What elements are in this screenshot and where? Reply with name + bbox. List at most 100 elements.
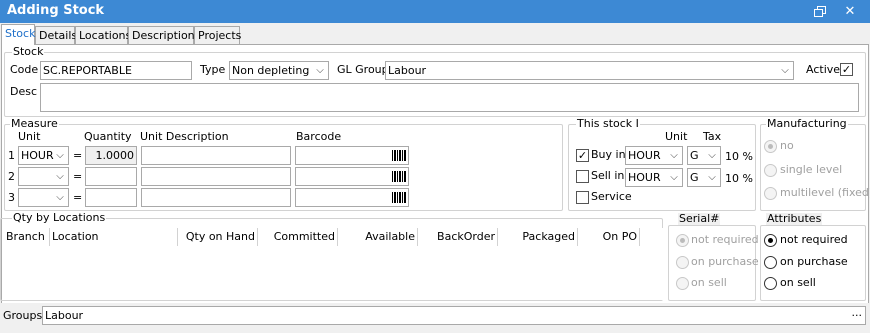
- row-number: 2: [8, 170, 15, 183]
- unit-description-field[interactable]: [141, 167, 291, 186]
- sell-in-checkbox[interactable]: [576, 170, 589, 183]
- column-header-available[interactable]: Available: [338, 228, 418, 246]
- manufacturing-multilevel-label: multilevel (fixed): [780, 186, 870, 199]
- tab-stock[interactable]: Stock: [1, 24, 35, 45]
- buy-tax-percent: 10 %: [725, 150, 753, 163]
- close-icon[interactable]: ✕: [839, 3, 861, 20]
- tab-details[interactable]: Details: [35, 26, 77, 45]
- manufacturing-single-level-label: single level: [780, 163, 843, 176]
- sell-tax-select[interactable]: G ⌵: [687, 168, 721, 187]
- unit-header: Unit: [18, 130, 41, 143]
- unit-description-field[interactable]: [141, 146, 291, 165]
- buy-in-label: Buy in: [591, 148, 626, 161]
- sell-tax-value: G: [690, 171, 699, 184]
- attributes-on-sell-label: on sell: [780, 276, 816, 289]
- serial-legend: Serial#: [678, 212, 721, 225]
- chevron-down-icon: ⌵: [708, 172, 716, 183]
- manufacturing-no-label: no: [780, 139, 794, 152]
- code-field[interactable]: SC.REPORTABLE: [40, 61, 192, 80]
- unit-description-field[interactable]: [141, 188, 291, 207]
- qty-by-locations-table[interactable]: Branch Location Qty on Hand Committed Av…: [2, 228, 666, 300]
- tab-strip: Stock Details Locations Descriptions Pro…: [0, 24, 870, 45]
- tab-descriptions[interactable]: Descriptions: [128, 26, 200, 45]
- type-select-value: Non depleting: [232, 64, 310, 77]
- unit-select[interactable]: ⌵: [18, 188, 69, 207]
- unit-select[interactable]: HOUR ⌵: [18, 146, 69, 165]
- barcode-header: Barcode: [296, 130, 342, 143]
- serial-on-purchase-label: on purchase: [691, 255, 759, 268]
- manufacturing-legend: Manufacturing: [766, 117, 848, 130]
- row-number: 3: [8, 191, 15, 204]
- desc-label: Desc: [10, 85, 38, 98]
- manufacturing-multilevel-radio[interactable]: [764, 187, 777, 200]
- more-options-icon[interactable]: ···: [852, 307, 863, 324]
- attributes-on-purchase-label: on purchase: [780, 255, 848, 268]
- buy-in-checkbox[interactable]: ✓: [576, 149, 589, 162]
- type-select[interactable]: Non depleting ⌵: [229, 61, 329, 80]
- gl-group-value: Labour: [388, 64, 427, 77]
- serial-not-required-radio[interactable]: [676, 234, 689, 247]
- measure-legend: Measure: [10, 117, 59, 130]
- column-header-location[interactable]: Location: [50, 228, 178, 246]
- quantity-field[interactable]: [85, 167, 137, 186]
- quantity-field[interactable]: [85, 188, 137, 207]
- row-number: 1: [8, 149, 15, 162]
- barcode-icon[interactable]: [392, 171, 406, 182]
- sell-tax-percent: 10 %: [725, 172, 753, 185]
- groups-field[interactable]: Labour ···: [42, 306, 866, 325]
- sell-in-label: Sell in: [591, 169, 625, 182]
- column-header-branch[interactable]: Branch: [4, 228, 50, 246]
- chevron-down-icon: ⌵: [670, 172, 678, 183]
- quantity-field[interactable]: 1.0000: [85, 146, 137, 165]
- sell-unit-select[interactable]: HOUR ⌵: [625, 168, 683, 187]
- attributes-on-purchase-radio[interactable]: [764, 256, 777, 269]
- tab-locations[interactable]: Locations: [75, 26, 131, 45]
- tab-projects[interactable]: Projects: [194, 26, 241, 45]
- serial-on-purchase-radio[interactable]: [676, 256, 689, 269]
- column-header-packaged[interactable]: Packaged: [498, 228, 578, 246]
- barcode-icon[interactable]: [392, 150, 406, 161]
- service-checkbox[interactable]: [576, 191, 589, 204]
- window-title: Adding Stock: [7, 3, 105, 18]
- title-bar: Adding Stock ✕: [0, 0, 870, 23]
- unit-select[interactable]: ⌵: [18, 167, 69, 186]
- equals-sign: =: [73, 149, 83, 162]
- barcode-field[interactable]: [295, 167, 409, 186]
- this-stock-legend: This stock I: [576, 117, 640, 130]
- chevron-down-icon: ⌵: [708, 150, 716, 161]
- sell-unit-value: HOUR: [628, 171, 661, 184]
- chevron-down-icon: ⌵: [56, 171, 64, 182]
- quantity-header: Quantity: [84, 130, 132, 143]
- active-checkbox[interactable]: ✓: [840, 63, 853, 76]
- code-label: Code: [10, 63, 39, 76]
- attributes-on-sell-radio[interactable]: [764, 277, 777, 290]
- attributes-not-required-radio[interactable]: [764, 234, 777, 247]
- barcode-field[interactable]: [295, 188, 409, 207]
- column-header-backorder[interactable]: BackOrder: [418, 228, 498, 246]
- desc-field[interactable]: [40, 83, 859, 112]
- buy-tax-value: G: [690, 149, 699, 162]
- manufacturing-no-radio[interactable]: [764, 140, 777, 153]
- gl-group-select[interactable]: Labour ⌵: [385, 61, 794, 80]
- unit-select-value: HOUR: [21, 149, 54, 162]
- column-header-committed[interactable]: Committed: [258, 228, 338, 246]
- column-header-on-po[interactable]: On PO: [578, 228, 640, 246]
- groups-value: Labour: [45, 309, 84, 322]
- active-label: Active: [806, 63, 841, 76]
- buy-unit-select[interactable]: HOUR ⌵: [625, 146, 683, 165]
- qty-by-locations-legend: Qty by Locations: [12, 211, 107, 224]
- restore-icon[interactable]: [809, 3, 831, 20]
- column-header-qty-on-hand[interactable]: Qty on Hand: [178, 228, 258, 246]
- serial-on-sell-radio[interactable]: [676, 277, 689, 290]
- serial-on-sell-label: on sell: [691, 276, 727, 289]
- chevron-down-icon: ⌵: [56, 150, 64, 161]
- barcode-icon[interactable]: [392, 192, 406, 203]
- manufacturing-single-level-radio[interactable]: [764, 164, 777, 177]
- chevron-down-icon: ⌵: [56, 192, 64, 203]
- buy-unit-value: HOUR: [628, 149, 661, 162]
- equals-sign: =: [73, 191, 83, 204]
- buy-tax-select[interactable]: G ⌵: [687, 146, 721, 165]
- barcode-field[interactable]: [295, 146, 409, 165]
- stock-group-legend: Stock: [12, 45, 45, 58]
- attributes-legend: Attributes: [766, 212, 823, 225]
